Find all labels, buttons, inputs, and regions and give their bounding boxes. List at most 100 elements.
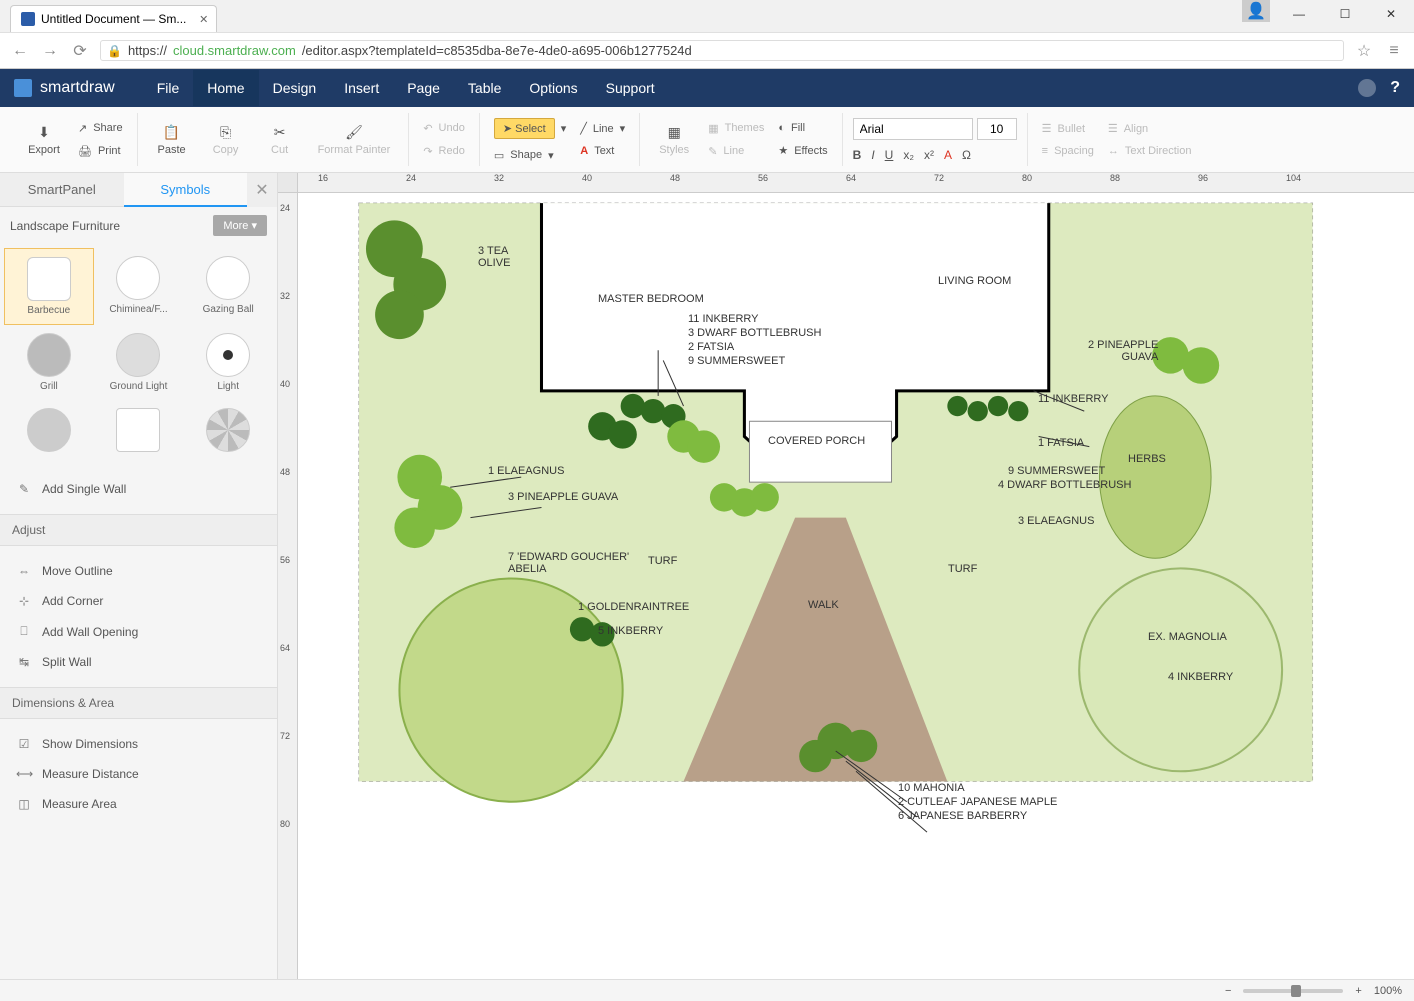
- menu-options[interactable]: Options: [515, 70, 591, 106]
- split-wall-button[interactable]: ↹Split Wall: [12, 647, 265, 677]
- label-inkberry-11: 11 INKBERRY: [688, 313, 759, 325]
- add-corner-button[interactable]: ⊹Add Corner: [12, 586, 265, 616]
- more-button[interactable]: More ▾: [213, 215, 267, 236]
- user-icon[interactable]: 👤: [1242, 0, 1270, 22]
- url-bar[interactable]: 🔒 https://cloud.smartdraw.com/editor.asp…: [100, 40, 1344, 61]
- symbol-button[interactable]: Ω: [962, 148, 971, 162]
- close-window-button[interactable]: ✕: [1368, 0, 1414, 28]
- font-name-input[interactable]: [853, 118, 973, 140]
- menu-home[interactable]: Home: [193, 70, 258, 106]
- move-outline-button[interactable]: ⇔Move Outline: [12, 556, 265, 586]
- help-icon[interactable]: ?: [1390, 79, 1400, 97]
- undo-button[interactable]: ↶Undo: [419, 120, 469, 137]
- bullet-icon: ☰: [1042, 122, 1052, 135]
- maximize-button[interactable]: ☐: [1322, 0, 1368, 28]
- symbol-category-header: Landscape Furniture More ▾: [0, 207, 277, 244]
- text-tool[interactable]: AText: [576, 143, 629, 159]
- menu-page[interactable]: Page: [393, 70, 454, 106]
- main-menu: File Home Design Insert Page Table Optio…: [143, 70, 669, 106]
- landscape-plan[interactable]: [298, 193, 1414, 964]
- font-tools: B I U x₂ x² A Ω: [853, 148, 1017, 162]
- copy-button[interactable]: ⎘Copy: [202, 119, 250, 160]
- label-fatsia-1: 1 FATSIA: [1038, 437, 1084, 449]
- bullet-button[interactable]: ☰Bullet: [1038, 120, 1098, 137]
- subscript-button[interactable]: x₂: [903, 148, 914, 162]
- symbol-extra-1[interactable]: [4, 400, 94, 460]
- tab-symbols[interactable]: Symbols: [124, 173, 248, 207]
- minimize-button[interactable]: —: [1276, 0, 1322, 28]
- label-edward-goucher: 7 'EDWARD GOUCHER' ABELIA: [508, 551, 629, 575]
- zoom-slider[interactable]: [1243, 989, 1343, 993]
- cut-icon: ✂: [271, 123, 289, 141]
- export-button[interactable]: ⬇Export: [20, 119, 68, 160]
- add-wall-opening-button[interactable]: ⎕Add Wall Opening: [12, 616, 265, 647]
- chevron-down-icon[interactable]: ▾: [561, 122, 567, 135]
- panel-close-icon[interactable]: ✕: [247, 173, 277, 207]
- menu-table[interactable]: Table: [454, 70, 515, 106]
- menu-icon[interactable]: ≡: [1384, 42, 1404, 60]
- check-icon: ☑: [16, 737, 32, 751]
- symbol-barbecue[interactable]: Barbecue: [4, 248, 94, 325]
- underline-button[interactable]: U: [885, 148, 894, 162]
- symbol-gazing-ball[interactable]: Gazing Ball: [183, 248, 273, 325]
- font-color-button[interactable]: A: [944, 148, 952, 162]
- menu-design[interactable]: Design: [259, 70, 331, 106]
- symbol-extra-2[interactable]: [94, 400, 184, 460]
- bold-button[interactable]: B: [853, 148, 862, 162]
- menu-support[interactable]: Support: [592, 70, 669, 106]
- symbol-chiminea[interactable]: Chiminea/F...: [94, 248, 184, 325]
- measure-distance-button[interactable]: ⟷Measure Distance: [12, 759, 265, 789]
- shape-tool[interactable]: ▭Shape▾: [490, 147, 570, 164]
- themes-button[interactable]: ▦Themes: [704, 120, 768, 137]
- effects-button[interactable]: ★Effects: [774, 142, 831, 159]
- label-walk: WALK: [808, 599, 839, 611]
- font-size-input[interactable]: [977, 118, 1017, 140]
- browser-tab[interactable]: Untitled Document — Sm... ✕: [10, 5, 217, 32]
- redo-button[interactable]: ↷Redo: [419, 143, 469, 160]
- symbol-ground-light[interactable]: Ground Light: [94, 325, 184, 400]
- measure-area-button[interactable]: ◫Measure Area: [12, 789, 265, 819]
- select-tool[interactable]: ➤ Select▾: [490, 116, 570, 141]
- label-dwarf-bottlebrush-3: 3 DWARF BOTTLEBRUSH: [688, 327, 821, 339]
- zoom-thumb[interactable]: [1291, 985, 1301, 997]
- symbol-light[interactable]: Light: [183, 325, 273, 400]
- text-direction-button[interactable]: ↔Text Direction: [1104, 143, 1196, 159]
- line-style-button[interactable]: ✎Line: [704, 143, 768, 160]
- forward-button[interactable]: →: [40, 42, 60, 60]
- menu-file[interactable]: File: [143, 70, 194, 106]
- show-dimensions-button[interactable]: ☑Show Dimensions: [12, 729, 265, 759]
- italic-button[interactable]: I: [871, 148, 874, 162]
- cut-button[interactable]: ✂Cut: [256, 119, 304, 160]
- reload-button[interactable]: ⟳: [70, 41, 90, 61]
- superscript-button[interactable]: x²: [924, 148, 934, 162]
- chevron-down-icon[interactable]: ▾: [620, 122, 626, 135]
- print-button[interactable]: 🖨Print: [74, 143, 127, 160]
- label-dwarf-bottlebrush-4: 4 DWARF BOTTLEBRUSH: [998, 479, 1131, 491]
- notifications-icon[interactable]: [1358, 79, 1376, 97]
- paste-button[interactable]: 📋Paste: [148, 119, 196, 160]
- menu-insert[interactable]: Insert: [330, 70, 393, 106]
- spacing-button[interactable]: ≡Spacing: [1038, 143, 1098, 159]
- fill-button[interactable]: ◐Fill: [774, 120, 831, 136]
- chevron-down-icon[interactable]: ▾: [548, 149, 554, 162]
- zoom-out-button[interactable]: −: [1225, 985, 1231, 997]
- share-button[interactable]: ↗Share: [74, 120, 127, 137]
- align-button[interactable]: ☰Align: [1104, 120, 1196, 137]
- brand[interactable]: smartdraw: [14, 79, 115, 97]
- canvas-area[interactable]: 16 24 32 40 48 56 64 72 80 88 96 104 24 …: [278, 173, 1414, 979]
- tab-smartpanel[interactable]: SmartPanel: [0, 173, 124, 207]
- styles-button[interactable]: ▦Styles: [650, 119, 698, 160]
- add-single-wall-button[interactable]: ✎Add Single Wall: [12, 474, 265, 504]
- bookmark-icon[interactable]: ☆: [1354, 41, 1374, 61]
- canvas[interactable]: MASTER BEDROOM LIVING ROOM COVERED PORCH…: [298, 193, 1414, 979]
- line-tool[interactable]: ╱Line▾: [576, 120, 629, 137]
- dimensions-section-title: Dimensions & Area: [0, 687, 277, 719]
- label-inkberry-11b: 11 INKBERRY: [1038, 393, 1109, 405]
- tab-close-icon[interactable]: ✕: [199, 13, 208, 26]
- symbol-grill[interactable]: Grill: [4, 325, 94, 400]
- format-painter-button[interactable]: 🖌Format Painter: [310, 119, 399, 160]
- zoom-in-button[interactable]: +: [1355, 985, 1361, 997]
- back-button[interactable]: ←: [10, 42, 30, 60]
- tab-title: Untitled Document — Sm...: [41, 12, 186, 26]
- symbol-extra-3[interactable]: [183, 400, 273, 460]
